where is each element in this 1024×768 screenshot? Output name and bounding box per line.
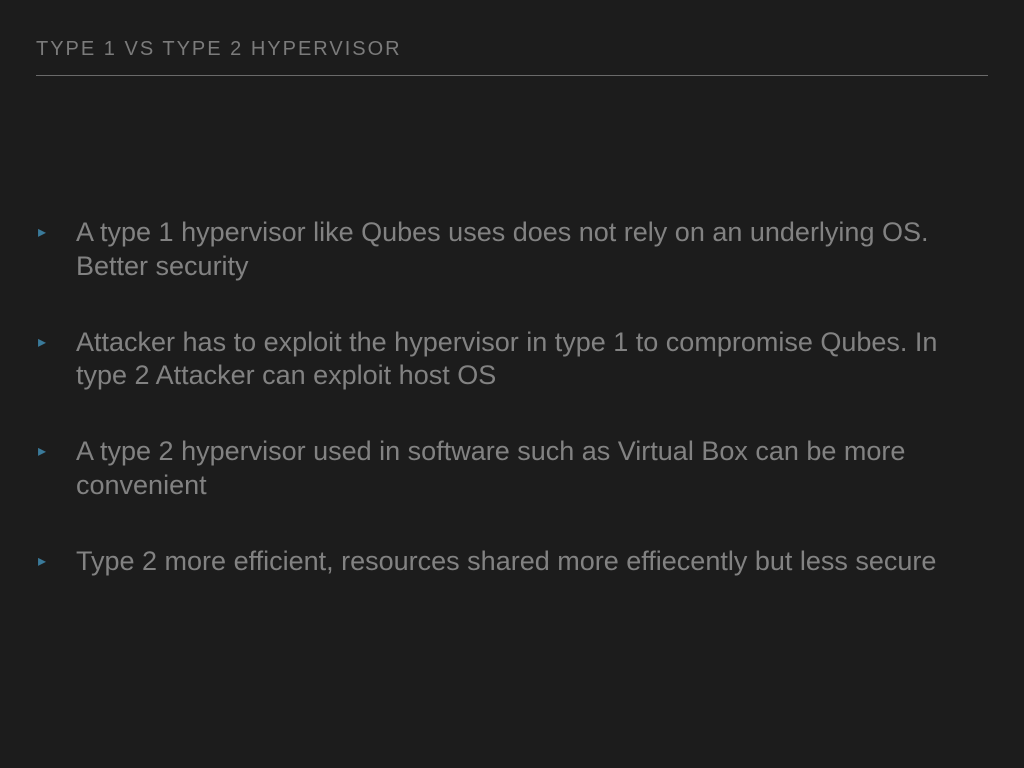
title-area: TYPE 1 VS TYPE 2 HYPERVISOR: [36, 38, 988, 76]
bullet-item: ▸ A type 2 hypervisor used in software s…: [36, 435, 988, 503]
bullet-item: ▸ Attacker has to exploit the hypervisor…: [36, 326, 988, 394]
bullet-text: A type 1 hypervisor like Qubes uses does…: [76, 216, 988, 284]
triangle-bullet-icon: ▸: [36, 545, 76, 579]
bullet-text: Type 2 more efficient, resources shared …: [76, 545, 936, 579]
bullet-text: A type 2 hypervisor used in software suc…: [76, 435, 988, 503]
bullet-item: ▸ A type 1 hypervisor like Qubes uses do…: [36, 216, 988, 284]
slide: TYPE 1 VS TYPE 2 HYPERVISOR ▸ A type 1 h…: [0, 0, 1024, 768]
triangle-bullet-icon: ▸: [36, 326, 76, 360]
slide-body: ▸ A type 1 hypervisor like Qubes uses do…: [36, 216, 988, 579]
bullet-text: Attacker has to exploit the hypervisor i…: [76, 326, 988, 394]
slide-title: TYPE 1 VS TYPE 2 HYPERVISOR: [36, 38, 988, 61]
triangle-bullet-icon: ▸: [36, 435, 76, 469]
bullet-item: ▸ Type 2 more efficient, resources share…: [36, 545, 988, 579]
triangle-bullet-icon: ▸: [36, 216, 76, 250]
